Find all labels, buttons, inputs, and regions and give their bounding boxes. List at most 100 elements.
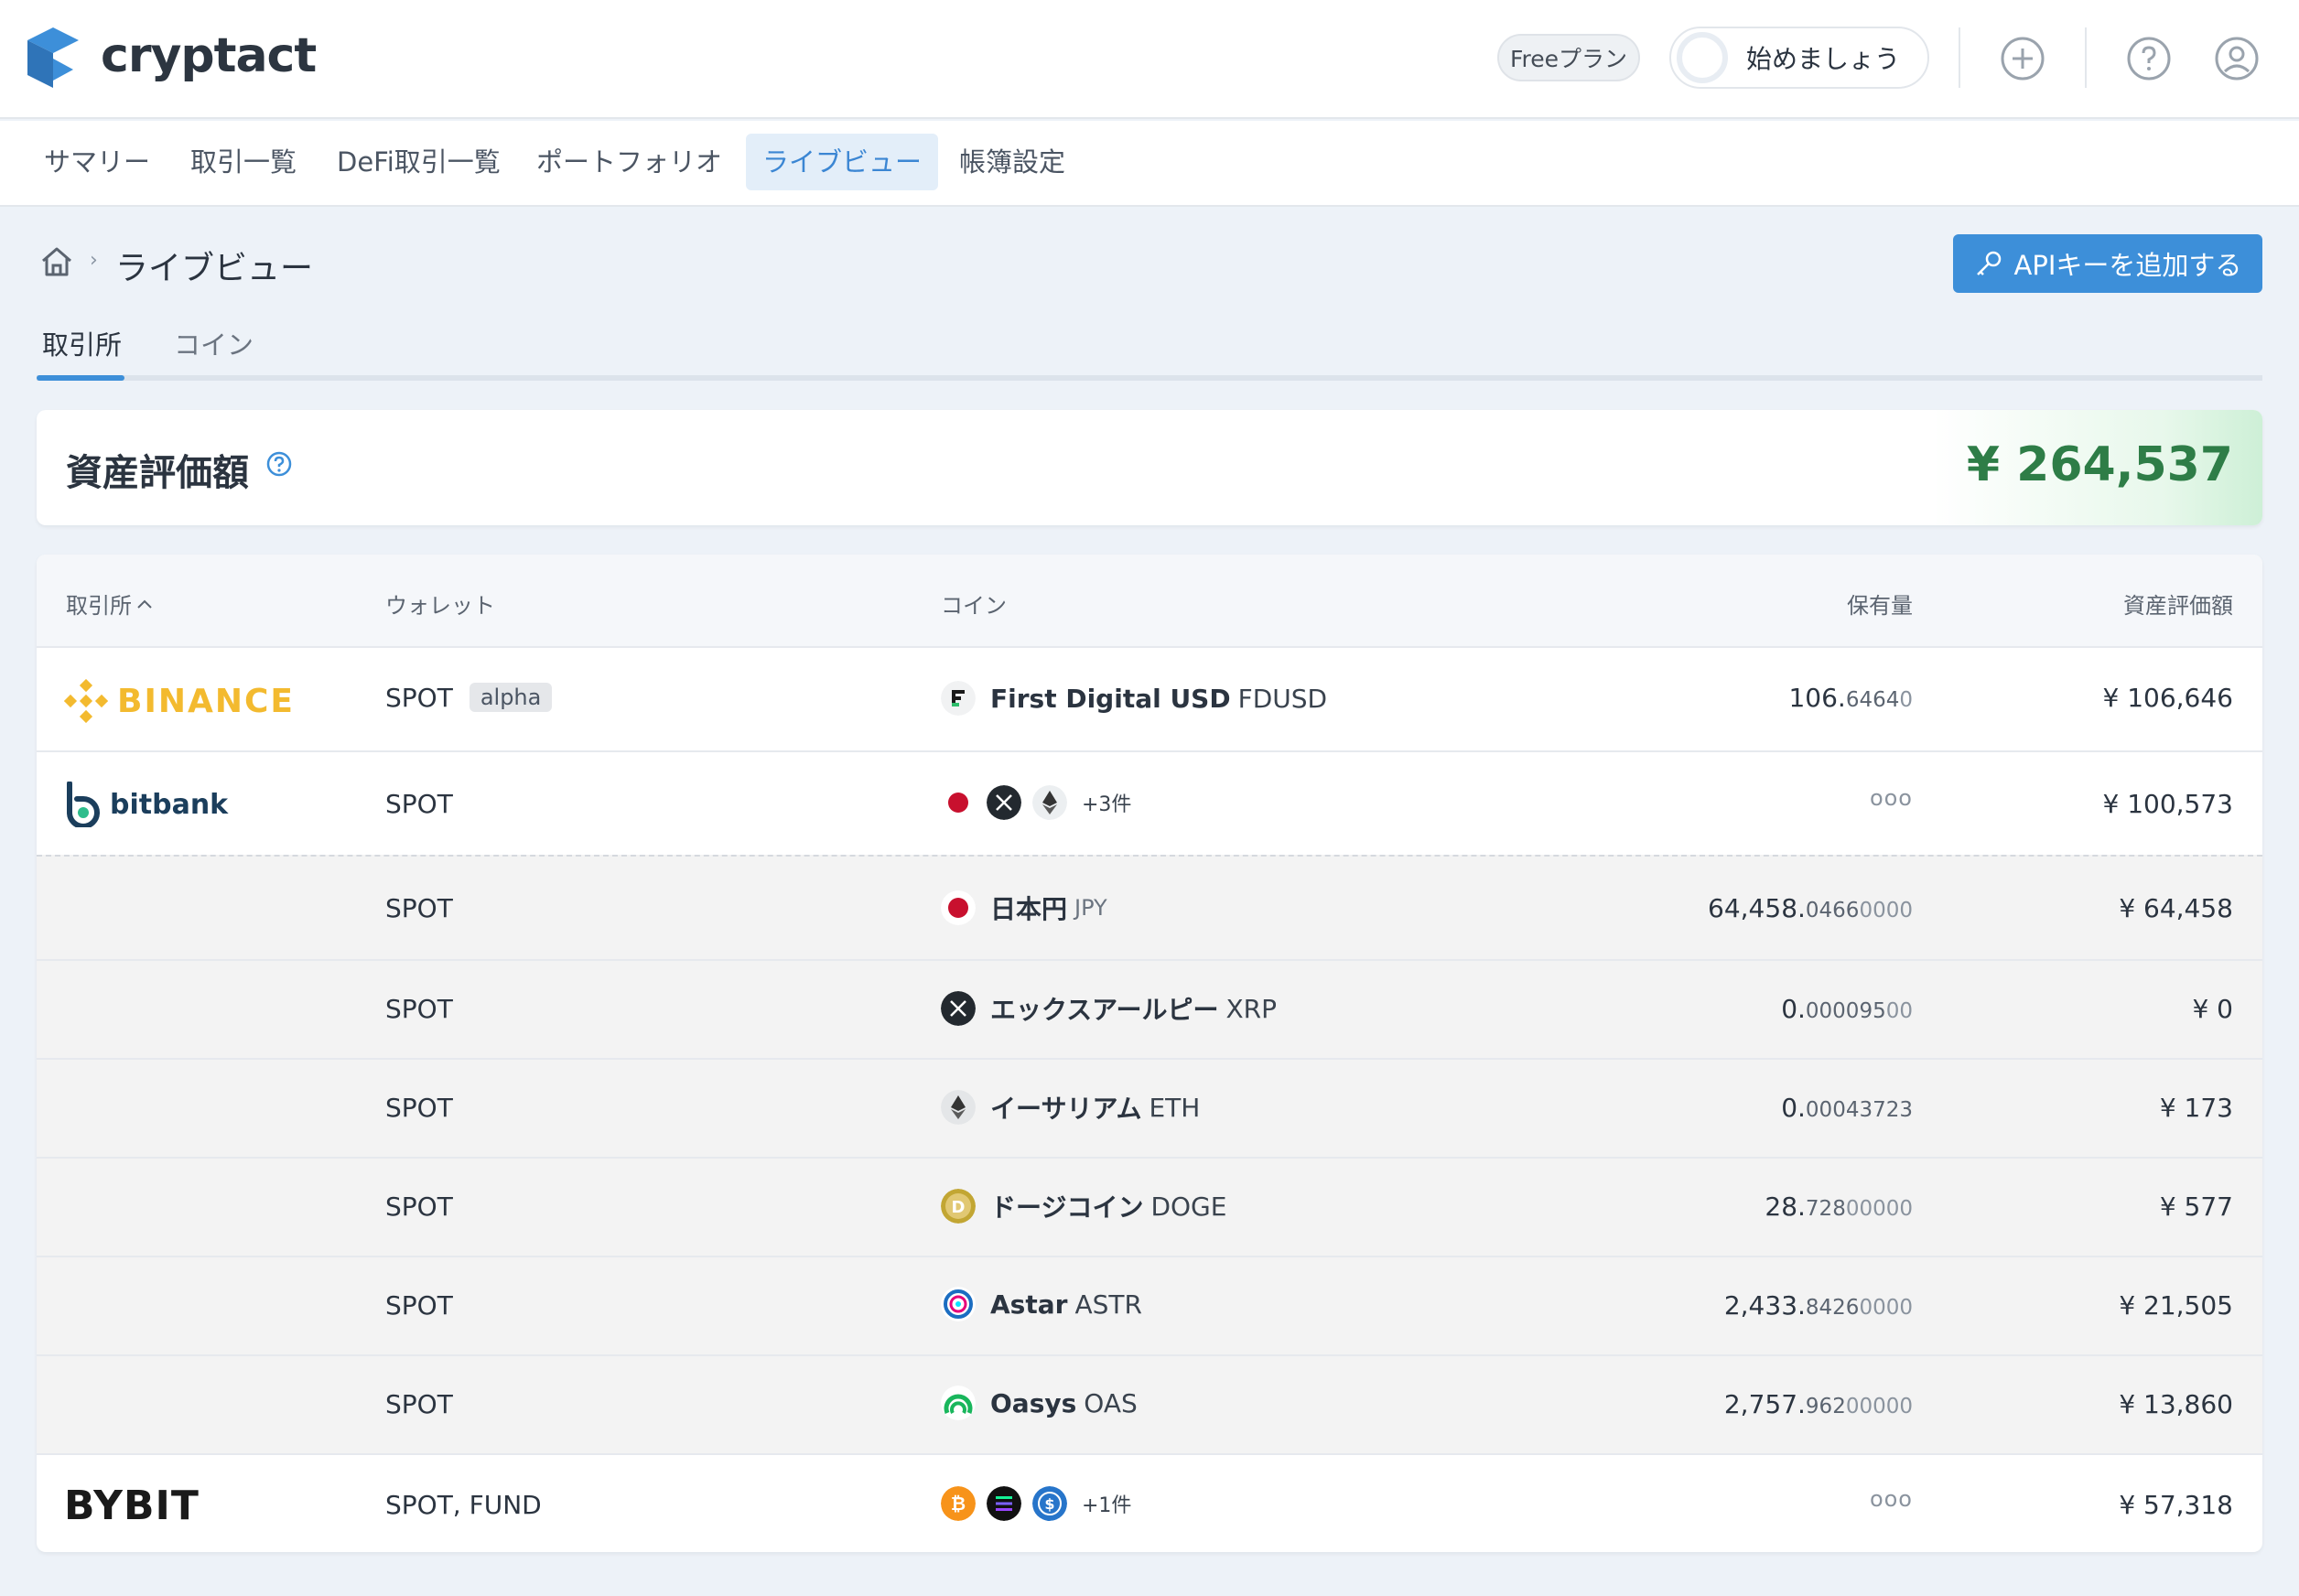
coin-cell: イーサリアム ETH bbox=[941, 1089, 1200, 1126]
wallet-label: SPOT bbox=[385, 683, 453, 713]
holding-amount: 2,433.84260000 bbox=[1724, 1290, 1913, 1321]
app-header: cryptact Freeプラン 始めましょう bbox=[0, 0, 2299, 119]
holding-amount: 0.00009500 bbox=[1781, 994, 1913, 1024]
help-circle-icon[interactable] bbox=[2125, 35, 2173, 82]
cryptact-logo-icon[interactable] bbox=[27, 27, 79, 88]
holding-frac: 00043723 bbox=[1805, 1098, 1913, 1122]
table-row-bitbank[interactable]: bitbank SPOT +3件 ooo ¥ 100,573 bbox=[37, 750, 2262, 855]
more-coins-count[interactable]: +3件 bbox=[1082, 788, 1131, 817]
svg-text:$: $ bbox=[1044, 1495, 1054, 1513]
holding-amount: 28.72800000 bbox=[1765, 1192, 1913, 1222]
asset-value: ¥ 106,646 bbox=[2102, 683, 2233, 713]
coin-cell: 日本円 JPY bbox=[941, 890, 1107, 926]
table-row: SPOT Astar ASTR 2,433.84260000 ¥ 21,505 bbox=[37, 1256, 2262, 1354]
usdc-coin-icon: $ bbox=[1032, 1486, 1067, 1521]
asset-value: ¥ 13,860 bbox=[2119, 1389, 2233, 1419]
asset-value: ¥ 100,573 bbox=[2102, 789, 2233, 819]
coin-cell: First Digital USD FDUSD bbox=[941, 681, 1327, 716]
coin-cell: D ドージコイン DOGE bbox=[941, 1188, 1226, 1224]
holding-int: 28. bbox=[1765, 1192, 1806, 1222]
coin-symbol: FDUSD bbox=[1237, 683, 1328, 714]
btc-coin-icon: ₿ bbox=[941, 1486, 976, 1521]
coin-symbol: ASTR bbox=[1074, 1289, 1142, 1320]
nav-live-view[interactable]: ライブビュー bbox=[746, 134, 939, 190]
coin-symbol: ETH bbox=[1149, 1092, 1201, 1123]
holdings-table: 取引所 ウォレット コイン 保有量 資産評価額 BINANCE SPOT alph… bbox=[37, 555, 2262, 1552]
plus-circle-icon[interactable] bbox=[1999, 35, 2046, 82]
wallet-label: SPOT bbox=[385, 893, 453, 923]
nav-portfolio[interactable]: ポートフォリオ bbox=[520, 134, 739, 190]
oasys-coin-icon bbox=[941, 1386, 976, 1420]
holding-zero: 00000 bbox=[1845, 1395, 1913, 1418]
eth-coin-icon bbox=[941, 1090, 976, 1125]
col-coin: コイン bbox=[941, 593, 1007, 619]
wallet-label: SPOT bbox=[385, 994, 453, 1024]
question-circle-icon[interactable] bbox=[265, 450, 293, 478]
doge-coin-icon: D bbox=[941, 1189, 976, 1224]
holding-int: 106. bbox=[1788, 683, 1846, 713]
brand-name[interactable]: cryptact bbox=[101, 26, 317, 86]
coin-name: First Digital USD bbox=[990, 683, 1231, 714]
binance-logo: BINANCE bbox=[64, 679, 295, 723]
holding-amount: 0.00043723 bbox=[1781, 1093, 1913, 1123]
asset-value: ¥ 173 bbox=[2159, 1093, 2233, 1123]
holding-int: 2,757. bbox=[1723, 1389, 1806, 1419]
bitbank-wordmark: bitbank bbox=[110, 788, 229, 821]
more-coins-count[interactable]: +1件 bbox=[1082, 1489, 1131, 1518]
asset-value: ¥ 64,458 bbox=[2119, 893, 2233, 923]
fdusd-coin-icon bbox=[941, 681, 976, 716]
bybit-wordmark: BYBIT bbox=[64, 1483, 200, 1529]
col-value: 資産評価額 bbox=[2123, 593, 2233, 619]
nav-ledger-settings[interactable]: 帳簿設定 bbox=[943, 134, 1082, 190]
coin-symbol: JPY bbox=[1074, 895, 1107, 921]
table-row: SPOT Oasys OAS 2,757.96200000 ¥ 13,860 bbox=[37, 1354, 2262, 1453]
chevron-up-icon bbox=[137, 599, 152, 609]
progress-ring-icon bbox=[1677, 32, 1728, 83]
tab-coin[interactable]: コイン bbox=[174, 324, 254, 362]
sol-coin-icon bbox=[987, 1486, 1021, 1521]
nav-summary[interactable]: サマリー bbox=[27, 134, 167, 190]
coin-name: エックスアールピー bbox=[990, 995, 1219, 1025]
table-row-binance[interactable]: BINANCE SPOT alpha First Digital USD FDUS… bbox=[37, 646, 2262, 750]
col-exchange[interactable]: 取引所 bbox=[66, 588, 154, 620]
holding-frac: 000095 bbox=[1805, 999, 1886, 1023]
wallet-label: SPOT bbox=[385, 789, 453, 819]
hidden-holding-indicator: ooo bbox=[1869, 785, 1913, 811]
coin-cell: Oasys OAS bbox=[941, 1386, 1138, 1420]
wallet-label: SPOT, FUND bbox=[385, 1490, 542, 1520]
home-icon[interactable] bbox=[38, 243, 75, 280]
asset-label: 資産評価額 bbox=[66, 452, 249, 494]
nav-defi-transactions[interactable]: DeFi取引一覧 bbox=[320, 134, 517, 190]
holding-amount: 2,757.96200000 bbox=[1724, 1389, 1913, 1419]
wallet-cell: SPOT alpha bbox=[385, 683, 553, 713]
get-started-label: 始めましょう bbox=[1746, 44, 1901, 74]
active-tab-indicator bbox=[37, 375, 124, 381]
asset-value: ¥ 0 bbox=[2192, 994, 2233, 1024]
holding-int: 2,433. bbox=[1723, 1290, 1806, 1321]
holding-zero: 0000 bbox=[1859, 899, 1913, 922]
get-started-button[interactable]: 始めましょう bbox=[1669, 27, 1929, 89]
wallet-label: SPOT bbox=[385, 1290, 453, 1321]
plan-badge[interactable]: Freeプラン bbox=[1497, 34, 1640, 81]
table-row: SPOT D ドージコイン DOGE 28.72800000 ¥ 577 bbox=[37, 1157, 2262, 1256]
holding-int: 64,458. bbox=[1708, 893, 1806, 923]
add-api-key-button[interactable]: APIキーを追加する bbox=[1953, 234, 2262, 293]
coin-symbol: DOGE bbox=[1150, 1191, 1227, 1222]
tab-exchange[interactable]: 取引所 bbox=[42, 324, 122, 362]
bybit-logo: BYBIT bbox=[64, 1483, 200, 1529]
table-row: SPOT 日本円 JPY 64,458.04660000 ¥ 64,458 bbox=[37, 855, 2262, 959]
user-circle-icon[interactable] bbox=[2213, 35, 2261, 82]
coin-name: Astar bbox=[990, 1289, 1068, 1320]
holding-frac: 728 bbox=[1805, 1197, 1846, 1221]
binance-wordmark: BINANCE bbox=[117, 682, 295, 720]
eth-coin-icon bbox=[1032, 785, 1067, 820]
jpy-coin-icon bbox=[941, 785, 976, 820]
bitbank-icon bbox=[67, 782, 100, 827]
nav-transactions[interactable]: 取引一覧 bbox=[174, 134, 313, 190]
wallet-label: SPOT bbox=[385, 1389, 453, 1419]
svg-text:D: D bbox=[952, 1198, 966, 1217]
wallet-label: SPOT bbox=[385, 1192, 453, 1222]
hidden-holding-indicator: ooo bbox=[1869, 1486, 1913, 1512]
table-row-bybit[interactable]: BYBIT SPOT, FUND ₿ $ +1件 ooo ¥ 57,318 bbox=[37, 1453, 2262, 1552]
holding-zero: 00 bbox=[1885, 999, 1913, 1023]
